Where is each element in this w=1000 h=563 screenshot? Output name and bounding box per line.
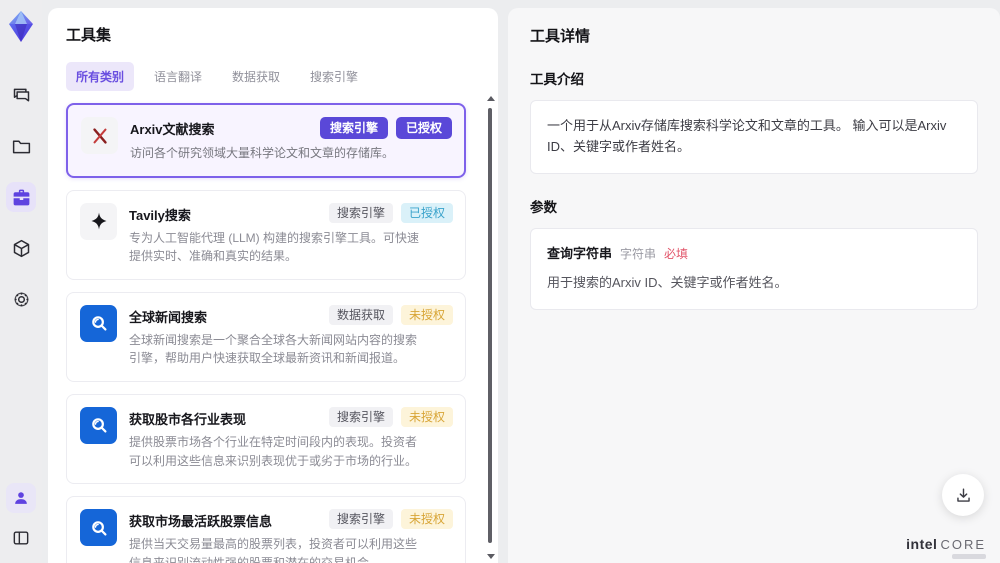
tool-detail-panel: 工具详情 工具介绍 一个用于从Arxiv存储库搜索科学论文和文章的工具。 输入可…	[508, 8, 1000, 563]
tool-description: 访问各个研究领域大量科学论文和文章的存储库。	[130, 146, 395, 160]
sidebar-item-files[interactable]	[6, 131, 36, 161]
auth-status-badge: 未授权	[400, 509, 453, 530]
param-description: 用于搜索的Arxiv ID、关键字或作者姓名。	[547, 275, 788, 291]
app-sidebar	[0, 0, 42, 563]
page-title: 工具集	[66, 27, 112, 44]
tab-所有类别[interactable]: 所有类别	[66, 62, 135, 91]
param-type-badge: 字符串	[620, 246, 657, 261]
intro-section-title: 工具介绍	[530, 72, 584, 87]
scroll-up-arrow[interactable]	[487, 96, 495, 101]
sidebar-bottom	[0, 483, 42, 553]
toolbox-icon	[13, 189, 29, 205]
tool-name: 获取股市各行业表现	[129, 411, 247, 427]
tool-tags: 数据获取 未授权	[319, 304, 453, 325]
chat-icon	[13, 88, 29, 101]
sidebar-nav	[6, 80, 36, 314]
tool-description: 提供当天交易量最高的股票列表，投资者可以利用这些信息来识别流动性强的股票和潜在的…	[129, 537, 418, 563]
tool-card[interactable]: Tavily搜索 搜索引擎 已授权专为人工智能代理 (LLM) 构建的搜索引擎工具。…	[66, 189, 466, 280]
tab-搜索引擎[interactable]: 搜索引擎	[300, 62, 368, 91]
download-button[interactable]	[942, 474, 984, 516]
app-logo-icon	[4, 8, 38, 46]
user-icon	[15, 492, 27, 504]
intel-logo-sub	[952, 554, 986, 559]
tool-info: Arxiv文献搜索 搜索引擎 已授权 访问各个研究领域大量科学论文和文章的存储库。	[130, 117, 452, 163]
param-required-badge: 必填	[664, 246, 689, 261]
category-tag: 搜索引擎	[328, 202, 393, 223]
tool-tags: 搜索引擎 已授权	[310, 117, 452, 139]
category-tabs: 所有类别 语言翻译 数据获取 搜索引擎	[66, 62, 482, 91]
intel-logo-text: intel	[906, 536, 938, 552]
category-tag: 搜索引擎	[328, 406, 393, 427]
arxiv-logo-icon	[81, 117, 118, 154]
tool-card[interactable]: 获取股市各行业表现 搜索引擎 未授权提供股票市场各个行业在特定时间段内的表现。投资者…	[66, 393, 466, 485]
news-search-icon	[80, 406, 117, 444]
panel-toggle-icon	[13, 531, 29, 545]
tool-info: 获取股市各行业表现 搜索引擎 未授权提供股票市场各个行业在特定时间段内的表现。投资者…	[129, 406, 453, 470]
tool-info: 获取市场最活跃股票信息 搜索引擎 未授权提供当天交易量最高的股票列表，投资者可以利用…	[129, 509, 453, 563]
tool-name: Tavily搜索	[129, 207, 191, 223]
sidebar-item-chat[interactable]	[6, 80, 36, 110]
tool-intro-box: 一个用于从Arxiv存储库搜索科学论文和文章的工具。 输入可以是Arxiv ID…	[530, 100, 978, 174]
category-tag: 搜索引擎	[328, 509, 393, 530]
sparkle-icon	[80, 202, 117, 240]
tool-name: Arxiv文献搜索	[130, 122, 215, 137]
download-icon	[956, 487, 970, 502]
cube-icon	[13, 239, 29, 257]
tab-语言翻译[interactable]: 语言翻译	[144, 62, 212, 91]
tool-info: 全球新闻搜索 数据获取 未授权全球新闻搜索是一个聚合全球各大新闻网站内容的搜索引擎，…	[129, 304, 453, 368]
sidebar-item-collapse[interactable]	[6, 523, 36, 553]
main-content: 工具集 所有类别 语言翻译 数据获取 搜索引擎 Arxiv文献搜索 搜索引擎 已授权 访问各…	[48, 8, 1000, 563]
auth-status-badge: 已授权	[400, 202, 453, 223]
news-search-icon	[80, 304, 117, 342]
sidebar-item-settings[interactable]	[6, 284, 36, 314]
auth-status-badge: 未授权	[400, 406, 453, 427]
auth-status-badge: 已授权	[395, 117, 452, 139]
tool-tags: 搜索引擎 未授权	[319, 406, 453, 427]
tool-description: 专为人工智能代理 (LLM) 构建的搜索引擎工具。可快速提供实时、准确和真实的结…	[129, 230, 420, 264]
list-scrollbar[interactable]	[485, 96, 495, 559]
tab-数据获取[interactable]: 数据获取	[222, 62, 290, 91]
intel-core-logo: intel CORE	[906, 537, 986, 551]
tool-info: Tavily搜索 搜索引擎 已授权专为人工智能代理 (LLM) 构建的搜索引擎工具。…	[129, 202, 453, 266]
folder-icon	[12, 140, 30, 153]
scroll-down-arrow[interactable]	[487, 554, 495, 559]
sidebar-item-account[interactable]	[6, 483, 36, 513]
tool-card[interactable]: 全球新闻搜索 数据获取 未授权全球新闻搜索是一个聚合全球各大新闻网站内容的搜索引擎，…	[66, 291, 466, 382]
gear-icon	[14, 292, 28, 306]
core-logo-text: CORE	[940, 537, 986, 552]
category-tag: 数据获取	[328, 304, 393, 325]
param-box: 查询字符串 字符串 必填 用于搜索的Arxiv ID、关键字或作者姓名。	[530, 227, 978, 311]
toolset-panel: 工具集 所有类别 语言翻译 数据获取 搜索引擎 Arxiv文献搜索 搜索引擎 已授权 访问各…	[48, 8, 498, 563]
category-tag: 搜索引擎	[319, 117, 388, 139]
param-name: 查询字符串	[547, 245, 613, 261]
tool-list: Arxiv文献搜索 搜索引擎 已授权 访问各个研究领域大量科学论文和文章的存储库。 Ta…	[66, 103, 482, 563]
tool-name: 获取市场最活跃股票信息	[129, 514, 273, 530]
params-section-title: 参数	[530, 199, 557, 215]
tool-tags: 搜索引擎 未授权	[319, 509, 453, 530]
tool-name: 全球新闻搜索	[129, 309, 208, 325]
tool-description: 提供股票市场各个行业在特定时间段内的表现。投资者可以利用这些信息来识别表现优于或…	[129, 434, 418, 468]
tool-card[interactable]: Arxiv文献搜索 搜索引擎 已授权 访问各个研究领域大量科学论文和文章的存储库。	[66, 103, 466, 178]
tool-card[interactable]: 获取市场最活跃股票信息 搜索引擎 未授权提供当天交易量最高的股票列表，投资者可以利用…	[66, 496, 466, 563]
detail-title: 工具详情	[530, 28, 591, 45]
sidebar-item-plugins[interactable]	[6, 233, 36, 263]
tool-tags: 搜索引擎 已授权	[319, 202, 453, 223]
sidebar-item-tools[interactable]	[6, 182, 36, 212]
tool-description: 全球新闻搜索是一个聚合全球各大新闻网站内容的搜索引擎，帮助用户快速获取全球最新资…	[129, 332, 418, 366]
scrollbar-thumb[interactable]	[488, 108, 492, 543]
auth-status-badge: 未授权	[400, 304, 453, 325]
news-search-icon	[80, 509, 117, 547]
param-header: 查询字符串 字符串 必填	[547, 244, 961, 265]
